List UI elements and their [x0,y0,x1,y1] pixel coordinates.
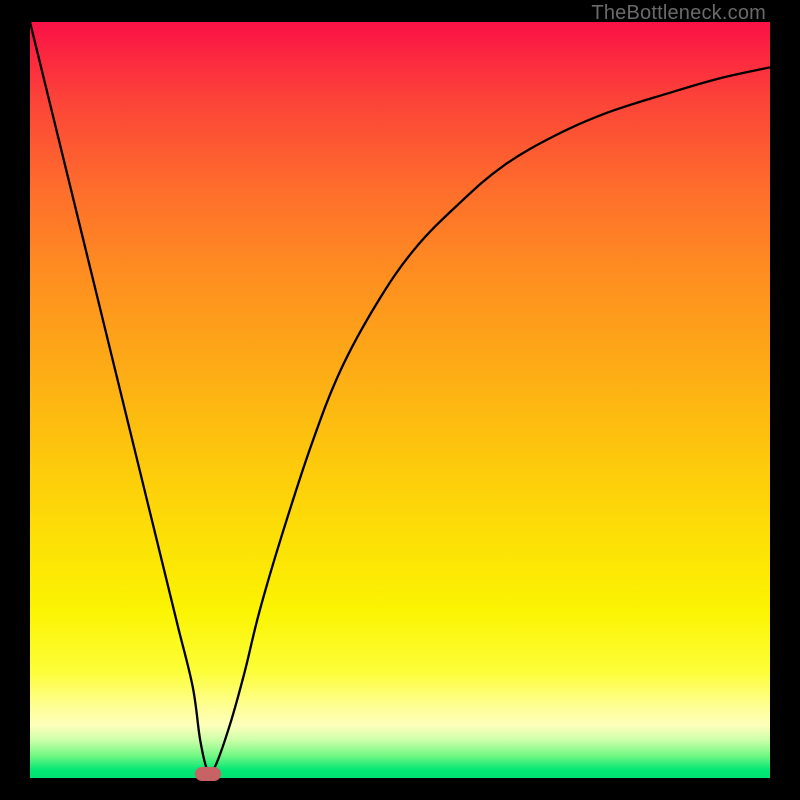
plot-area [30,22,770,778]
optimal-point-marker [195,767,221,781]
bottleneck-curve [30,22,770,778]
chart-frame [0,0,800,800]
curve-path [30,22,770,774]
watermark-text: TheBottleneck.com [591,2,766,25]
